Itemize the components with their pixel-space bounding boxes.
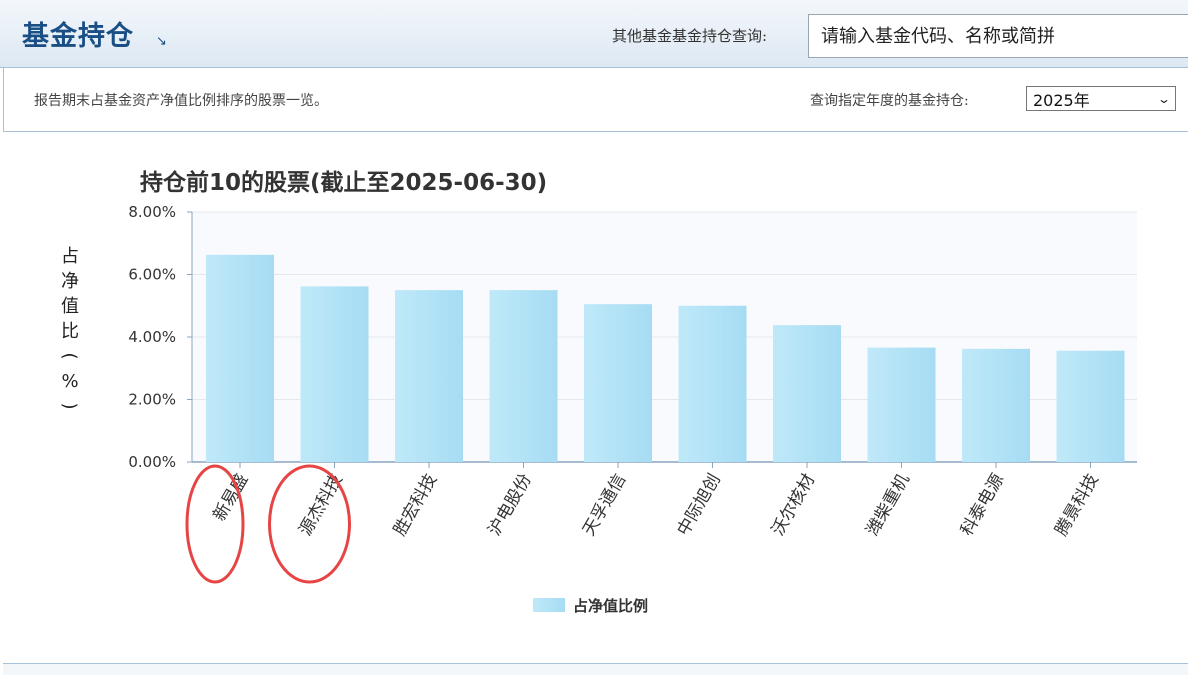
other-fund-query-label: 其他基金基金持仓查询:	[612, 27, 768, 45]
expand-arrow-icon[interactable]: ↘	[156, 34, 167, 49]
bar	[678, 305, 747, 462]
chevron-down-icon: ⌄	[1156, 91, 1172, 106]
bar	[584, 304, 652, 462]
y-tick-label: 0.00%	[128, 453, 176, 471]
x-category-label: 中际旭创	[674, 471, 725, 540]
bar	[773, 325, 841, 462]
y-axis-label-char: 净	[61, 271, 79, 292]
bar	[1056, 350, 1125, 462]
holdings-bar-chart: 持仓前10的股票(截止至2025-06-30) 占净值比 (%) 0.00% 2.0…	[59, 169, 1137, 615]
chart-legend[interactable]: 占净值比例	[533, 597, 648, 615]
bar	[489, 290, 558, 462]
x-category-label: 沪电股份	[485, 471, 536, 540]
x-category-label: 源杰科技	[296, 471, 347, 540]
bar	[962, 348, 1030, 462]
x-category-label: 腾景科技	[1052, 471, 1103, 540]
annotation-circle	[185, 464, 245, 584]
y-tick-label: 4.00%	[128, 328, 176, 346]
bar	[300, 286, 369, 462]
y-tick-label: 8.00%	[128, 203, 176, 221]
bar	[206, 254, 274, 462]
y-tick-label: 2.00%	[128, 391, 176, 409]
holdings-description-row: 报告期末占基金资产净值比例排序的股票一览。 查询指定年度的基金持仓: 2025年…	[3, 68, 1188, 132]
y-axis-label-char: 占	[61, 246, 79, 267]
holdings-description: 报告期末占基金资产净值比例排序的股票一览。	[34, 93, 328, 109]
x-category-label: 胜宏科技	[390, 471, 441, 540]
y-axis-label: 占净值比 (%)	[59, 246, 80, 410]
y-axis-label-char: %	[61, 371, 78, 392]
bar	[395, 290, 463, 462]
x-category-label: 科泰电源	[957, 471, 1008, 540]
x-category-label: 潍柴重机	[863, 471, 914, 540]
y-axis-label-char: 比	[61, 321, 79, 342]
legend-label: 占净值比例	[573, 597, 648, 615]
year-select-value: 2025年	[1033, 90, 1090, 110]
year-query-label: 查询指定年度的基金持仓:	[810, 93, 969, 109]
year-select[interactable]: 2025年 ⌄	[1026, 86, 1176, 111]
y-axis-label-char: 值	[61, 296, 79, 317]
fund-search-input[interactable]	[808, 14, 1188, 58]
panel-bottom-border	[3, 663, 1188, 675]
x-category-label: 沃尔核材	[768, 471, 819, 540]
chart-title: 持仓前10的股票(截止至2025-06-30)	[140, 169, 547, 196]
y-axis-label-char: (	[59, 352, 80, 359]
bar	[867, 347, 936, 462]
page-header: 基金持仓 ↘ 其他基金基金持仓查询:	[0, 0, 1188, 68]
y-tick-label: 6.00%	[128, 266, 176, 284]
y-axis-label-char: )	[59, 402, 80, 409]
legend-swatch	[533, 598, 565, 612]
x-category-label: 天孚通信	[579, 471, 630, 540]
page-title: 基金持仓	[22, 21, 134, 52]
